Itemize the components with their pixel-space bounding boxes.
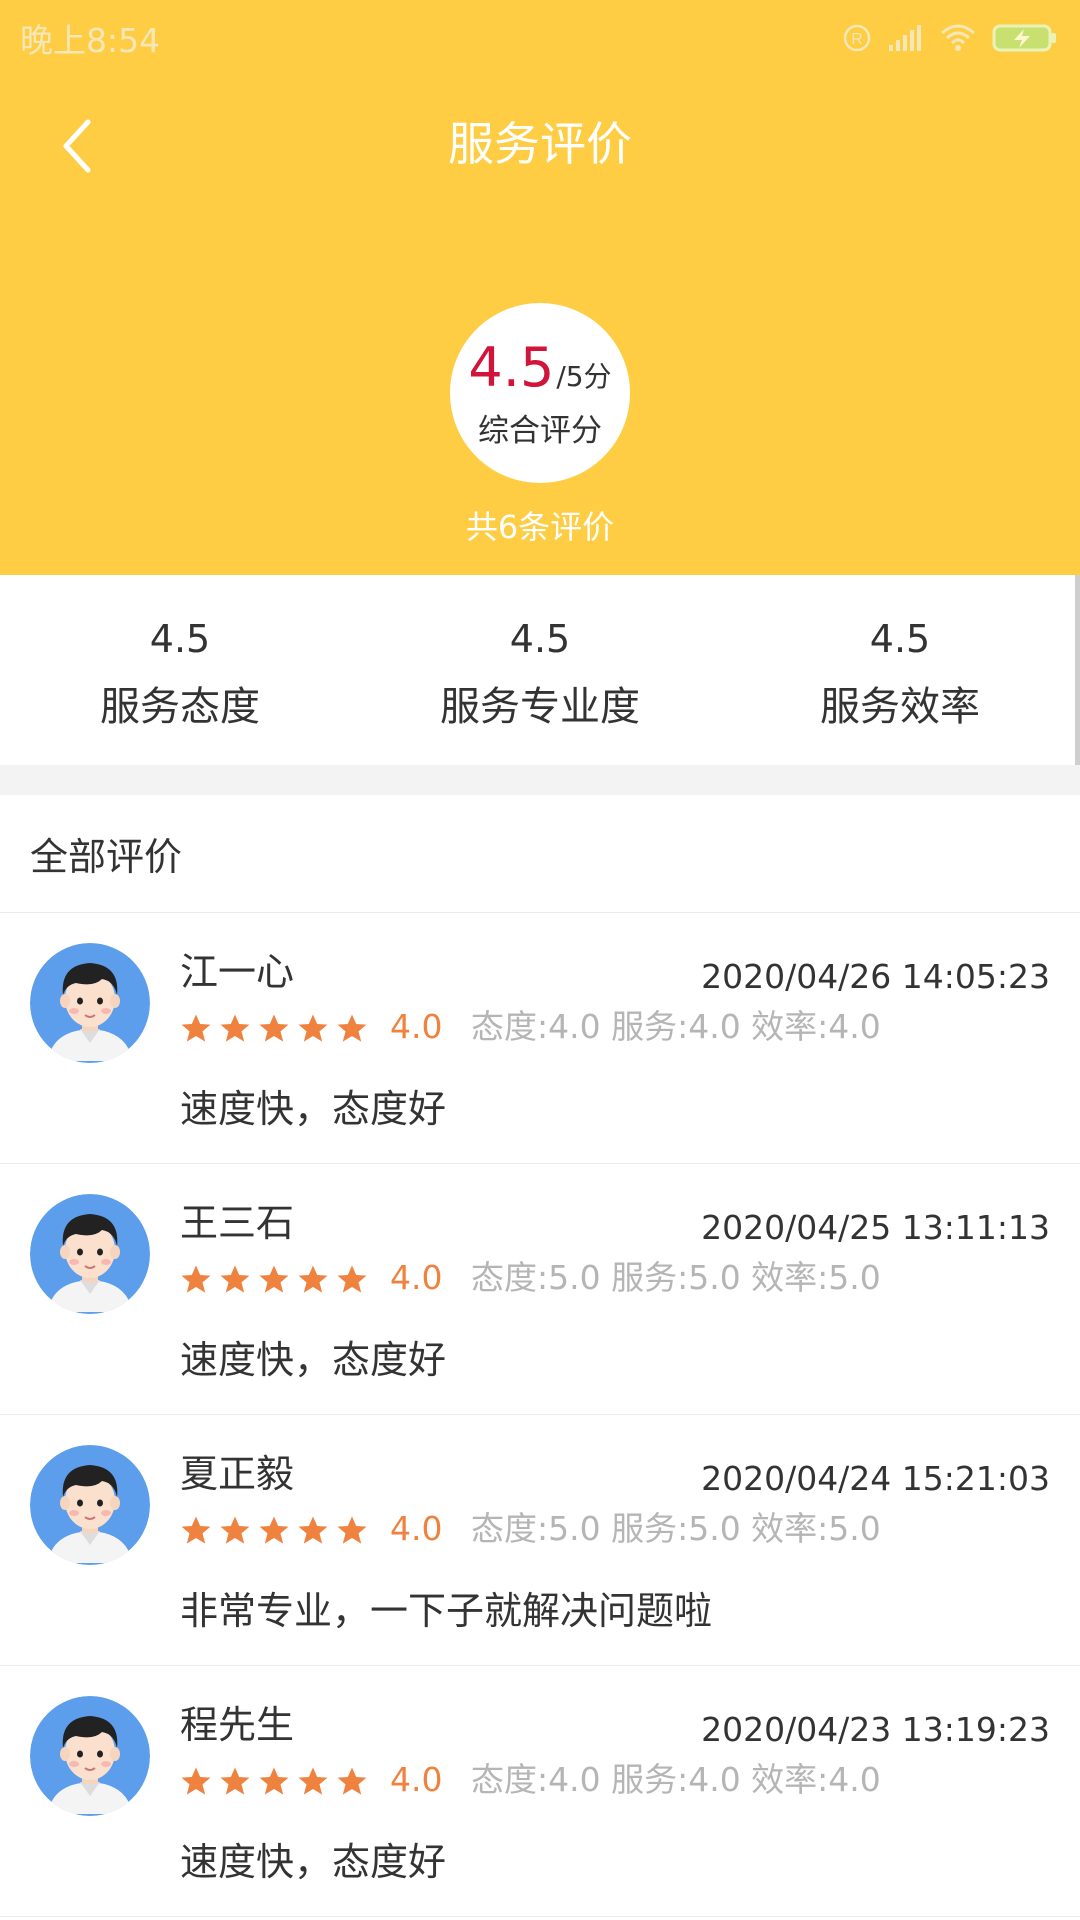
overall-score-label: 综合评分	[478, 412, 602, 449]
star-icon	[220, 1767, 250, 1795]
reviewer-name: 程先生	[180, 1703, 295, 1747]
star-icon	[259, 1516, 289, 1544]
star-icon	[220, 1014, 250, 1042]
status-time: 晚上8:54	[20, 20, 161, 60]
star-icon	[181, 1265, 211, 1293]
page-title: 服务评价	[448, 117, 632, 171]
star-icon	[220, 1265, 250, 1293]
user-avatar-icon	[30, 943, 150, 1063]
sub-score-value: 4.5	[869, 617, 931, 661]
avatar	[30, 1696, 150, 1816]
overall-score-value: 4.5	[468, 335, 555, 399]
review-comment: 非常专业，一下子就解决问题啦	[180, 1589, 713, 1633]
svg-text:R: R	[851, 31, 863, 48]
avatar	[30, 1445, 150, 1565]
overall-score-line: 4.5 /5分	[468, 335, 612, 399]
sub-score-efficiency: 4.5 服务效率	[720, 575, 1080, 765]
star-icon	[337, 1014, 367, 1042]
user-avatar-icon	[30, 1696, 150, 1816]
star-rating	[180, 1766, 368, 1798]
star-icon	[259, 1767, 289, 1795]
avatar	[30, 943, 150, 1063]
registered-icon: R	[843, 24, 871, 51]
star-icon	[298, 1767, 328, 1795]
review-date: 2020/04/25 13:11:13	[701, 1208, 1050, 1247]
review-date: 2020/04/26 14:05:23	[701, 957, 1050, 996]
review-list: 江一心 2020/04/26 14:05:23 4.0 态度:4.0 服务:4.0 效…	[0, 913, 1080, 1917]
section-divider	[0, 765, 1080, 795]
avatar	[30, 1194, 150, 1314]
sub-score-label: 服务专业度	[440, 684, 640, 730]
star-rating	[180, 1515, 368, 1547]
sub-score-label: 服务效率	[820, 684, 980, 730]
star-icon	[181, 1014, 211, 1042]
status-bar: 晚上8:54 R	[0, 0, 1080, 75]
review-comment: 速度快，态度好	[180, 1087, 447, 1131]
star-icon	[337, 1516, 367, 1544]
review-item: 程先生 2020/04/23 13:19:23 4.0 态度:4.0 服务:4.0 效…	[0, 1666, 1080, 1917]
review-sub-ratings: 态度:5.0 服务:5.0 效率:5.0	[471, 1258, 881, 1297]
sub-score-value: 4.5	[509, 617, 571, 661]
review-rating: 4.0	[390, 1760, 443, 1799]
star-icon	[181, 1767, 211, 1795]
user-avatar-icon	[30, 1445, 150, 1565]
review-rating: 4.0	[390, 1258, 443, 1297]
star-icon	[220, 1516, 250, 1544]
sub-score-value: 4.5	[149, 617, 211, 661]
sub-score-attitude: 4.5 服务态度	[0, 575, 360, 765]
review-date: 2020/04/23 13:19:23	[701, 1710, 1050, 1749]
review-comment: 速度快，态度好	[180, 1840, 447, 1884]
star-icon	[337, 1265, 367, 1293]
review-date: 2020/04/24 15:21:03	[701, 1459, 1050, 1498]
review-count: 共6条评价	[465, 508, 615, 546]
signal-icon	[889, 24, 921, 51]
review-rating: 4.0	[390, 1007, 443, 1046]
review-sub-ratings: 态度:5.0 服务:5.0 效率:5.0	[471, 1509, 881, 1548]
scrollbar[interactable]	[1075, 575, 1080, 765]
overall-score-circle: 4.5 /5分 综合评分	[450, 303, 630, 483]
star-icon	[298, 1265, 328, 1293]
all-reviews-title: 全部评价	[0, 795, 1080, 913]
review-comment: 速度快，态度好	[180, 1338, 447, 1382]
star-icon	[181, 1516, 211, 1544]
sub-scores: 4.5 服务态度 4.5 服务专业度 4.5 服务效率	[0, 575, 1080, 765]
star-rating	[180, 1264, 368, 1296]
review-item: 江一心 2020/04/26 14:05:23 4.0 态度:4.0 服务:4.0 效…	[0, 913, 1080, 1164]
header: 晚上8:54 R 服务评价 4.5 /5分 综合评分 共6条评价	[0, 0, 1080, 575]
status-icons: R	[842, 23, 1058, 53]
reviewer-name: 夏正毅	[180, 1452, 295, 1496]
star-icon	[259, 1014, 289, 1042]
sub-score-professionalism: 4.5 服务专业度	[360, 575, 720, 765]
reviewer-name: 王三石	[180, 1201, 295, 1245]
overall-score-suffix: /5分	[556, 359, 612, 393]
star-icon	[298, 1014, 328, 1042]
review-item: 夏正毅 2020/04/24 15:21:03 4.0 态度:5.0 服务:5.0 效…	[0, 1415, 1080, 1666]
star-icon	[259, 1265, 289, 1293]
review-sub-ratings: 态度:4.0 服务:4.0 效率:4.0	[471, 1760, 881, 1799]
review-item: 王三石 2020/04/25 13:11:13 4.0 态度:5.0 服务:5.0 效…	[0, 1164, 1080, 1415]
star-icon	[298, 1516, 328, 1544]
star-rating	[180, 1013, 368, 1045]
reviewer-name: 江一心	[180, 950, 295, 994]
sub-score-label: 服务态度	[100, 684, 260, 730]
battery-charging-icon	[992, 24, 1056, 51]
review-rating: 4.0	[390, 1509, 443, 1548]
star-icon	[337, 1767, 367, 1795]
review-sub-ratings: 态度:4.0 服务:4.0 效率:4.0	[471, 1007, 881, 1046]
user-avatar-icon	[30, 1194, 150, 1314]
wifi-icon	[941, 24, 975, 51]
